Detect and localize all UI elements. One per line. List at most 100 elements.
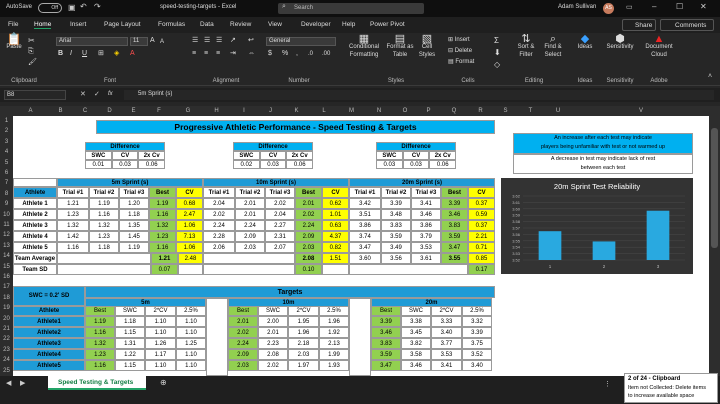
target-cell[interactable]: 1.32 xyxy=(85,338,115,349)
trial-header[interactable]: Trial #3 xyxy=(119,187,149,198)
clear-icon[interactable]: ◇ xyxy=(494,61,500,69)
data-cell[interactable]: 3.83 xyxy=(381,220,411,231)
target-athlete[interactable]: Athlete1 xyxy=(13,316,85,327)
target-cell[interactable]: 3.46 xyxy=(371,327,401,338)
comma-icon[interactable]: , xyxy=(296,50,298,58)
italic-icon[interactable]: I xyxy=(70,50,72,58)
data-cell[interactable]: 1.16 xyxy=(149,209,176,220)
team-sd-value[interactable]: 0.10 xyxy=(295,264,322,275)
row-header[interactable]: 1 xyxy=(0,116,13,126)
vertical-scrollbar[interactable] xyxy=(709,116,720,376)
target-cell[interactable]: 3.58 xyxy=(401,349,431,360)
data-cell[interactable]: 3.86 xyxy=(349,220,381,231)
data-cell[interactable]: 1.06 xyxy=(176,242,203,253)
data-cell[interactable]: 1.35 xyxy=(119,220,149,231)
trial-header[interactable]: CV xyxy=(468,187,495,198)
difference-value[interactable]: 0.06 xyxy=(286,160,314,169)
data-cell[interactable]: 2.31 xyxy=(265,231,295,242)
column-header[interactable]: T xyxy=(518,106,543,116)
blank[interactable] xyxy=(349,264,468,275)
column-header[interactable]: E xyxy=(122,106,145,116)
chart-bar[interactable] xyxy=(592,241,616,260)
row-header[interactable]: 11 xyxy=(0,220,13,230)
align-right-icon[interactable]: ≡ xyxy=(216,50,220,58)
target-cell[interactable]: 3.77 xyxy=(431,338,462,349)
align-top-icon[interactable]: ☰ xyxy=(192,37,198,45)
target-cell[interactable]: 1.10 xyxy=(145,327,176,338)
undo-icon[interactable]: ↶ xyxy=(80,2,87,11)
difference-value[interactable]: 0.03 xyxy=(376,160,403,169)
row-header[interactable]: 4 xyxy=(0,147,13,157)
blank[interactable] xyxy=(203,253,295,264)
row-header[interactable]: 20 xyxy=(0,314,13,324)
difference-value[interactable]: 0.01 xyxy=(85,160,112,169)
comments-button[interactable]: Comments xyxy=(660,19,714,31)
data-cell[interactable]: 1.23 xyxy=(149,231,176,242)
data-cell[interactable]: 3.59 xyxy=(381,231,411,242)
column-header[interactable]: O xyxy=(393,106,417,116)
redo-icon[interactable]: ↷ xyxy=(94,2,101,11)
trial-header[interactable]: Trial #2 xyxy=(89,187,119,198)
tab-review[interactable]: Review xyxy=(230,21,251,28)
tab-insert[interactable]: Insert xyxy=(70,21,86,28)
column-header[interactable]: R xyxy=(468,106,493,116)
difference-value[interactable]: 0.03 xyxy=(402,160,430,169)
row-header[interactable]: 17 xyxy=(0,282,13,292)
data-cell[interactable]: 0.82 xyxy=(322,242,349,253)
difference-title[interactable]: Difference xyxy=(376,142,456,151)
data-cell[interactable]: 2.01 xyxy=(295,198,322,209)
trial-header[interactable]: Trial #2 xyxy=(235,187,265,198)
data-cell[interactable]: 1.18 xyxy=(119,209,149,220)
data-cell[interactable]: 3.47 xyxy=(441,242,468,253)
main-title[interactable]: Progressive Athletic Performance - Speed… xyxy=(96,120,495,134)
target-cell[interactable]: 1.16 xyxy=(85,327,115,338)
trial-header[interactable]: CV xyxy=(322,187,349,198)
data-cell[interactable]: 0.62 xyxy=(322,198,349,209)
trial-header[interactable]: Trial #1 xyxy=(57,187,89,198)
target-cell[interactable]: 3.40 xyxy=(431,327,462,338)
row-header[interactable]: 16 xyxy=(0,272,13,282)
paste-button[interactable]: 📋 Paste xyxy=(4,33,24,51)
clipboard-notification[interactable]: 2 of 24 - Clipboard Item not Collected: … xyxy=(624,373,718,403)
target-cell[interactable]: 2.08 xyxy=(258,349,288,360)
number-format-select[interactable]: General xyxy=(266,37,336,46)
sort-filter-button[interactable]: ⇅ Sort & Filter xyxy=(514,34,538,59)
ideas-button[interactable]: ◆ Ideas xyxy=(572,34,598,51)
data-cell[interactable]: 1.19 xyxy=(149,198,176,209)
target-cell[interactable]: 1.95 xyxy=(288,316,319,327)
tab-file[interactable]: File xyxy=(8,21,18,28)
target-header[interactable]: 2*CV xyxy=(145,306,176,316)
decrease-decimal-icon[interactable]: .00 xyxy=(322,50,330,58)
data-cell[interactable]: 3.47 xyxy=(349,242,381,253)
target-cell[interactable]: 2.18 xyxy=(288,338,319,349)
format-cells-button[interactable]: ▤ Format xyxy=(448,58,474,66)
share-button[interactable]: Share xyxy=(622,19,656,31)
target-header[interactable]: SWC xyxy=(401,306,431,316)
trial-header[interactable]: Trial #1 xyxy=(203,187,235,198)
legend-increase[interactable]: An increase after each test may indicate… xyxy=(513,133,693,154)
cancel-entry-icon[interactable]: ✕ xyxy=(80,90,86,98)
difference-header[interactable]: CV xyxy=(402,151,430,160)
data-cell[interactable]: 1.18 xyxy=(89,242,119,253)
formula-input[interactable]: 5m Sprint (s) xyxy=(124,90,714,100)
tab-home[interactable]: Home xyxy=(34,21,52,29)
team-average-best[interactable]: 2.08 xyxy=(295,253,322,264)
currency-icon[interactable]: $ xyxy=(268,50,272,58)
target-cell[interactable]: 1.99 xyxy=(319,349,349,360)
decrease-font-icon[interactable]: A xyxy=(160,38,164,46)
data-cell[interactable]: 0.59 xyxy=(468,209,495,220)
copy-icon[interactable]: ⎘ xyxy=(28,48,34,56)
data-cell[interactable]: 3.49 xyxy=(381,242,411,253)
data-cell[interactable]: 2.09 xyxy=(295,231,322,242)
bold-icon[interactable]: B xyxy=(58,50,63,58)
data-cell[interactable]: 2.28 xyxy=(203,231,235,242)
data-cell[interactable]: 7.13 xyxy=(176,231,203,242)
difference-value[interactable]: 0.03 xyxy=(259,160,287,169)
blank[interactable] xyxy=(206,298,228,376)
save-icon[interactable]: ▣ xyxy=(68,3,76,12)
target-cell[interactable]: 2.23 xyxy=(258,338,288,349)
column-header[interactable]: J xyxy=(258,106,283,116)
align-left-icon[interactable]: ≡ xyxy=(192,50,196,58)
data-cell[interactable]: 1.32 xyxy=(57,220,89,231)
data-cell[interactable]: 3.39 xyxy=(381,198,411,209)
